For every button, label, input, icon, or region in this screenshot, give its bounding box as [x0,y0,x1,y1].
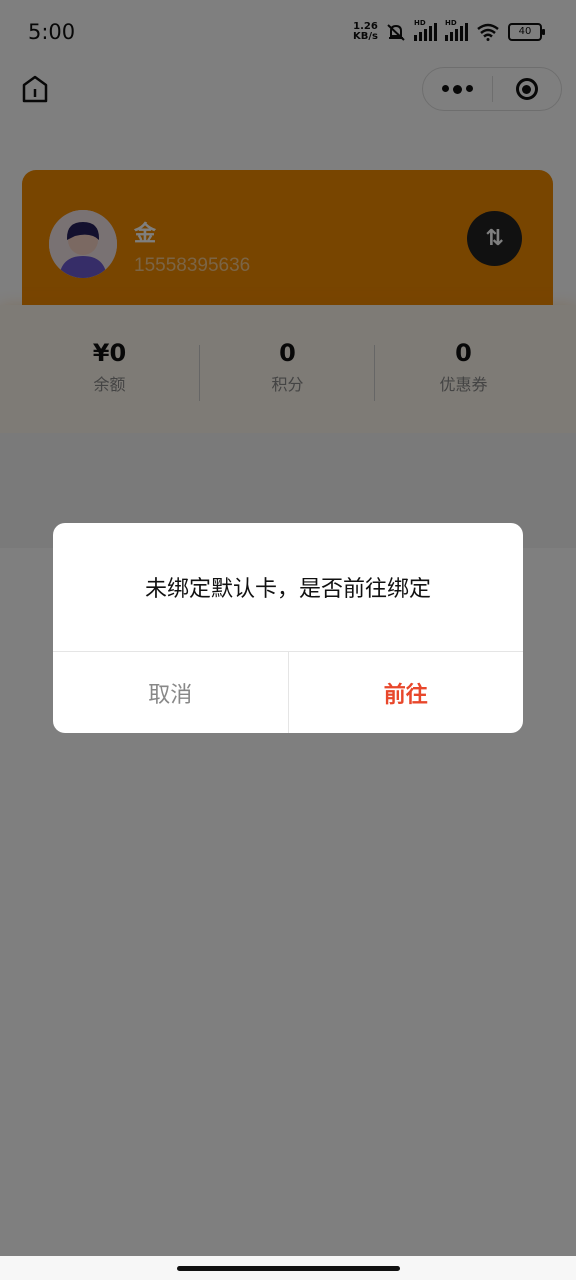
cancel-button[interactable]: 取消 [53,652,289,733]
dialog-actions: 取消 前往 [53,651,523,733]
go-bind-button[interactable]: 前往 [289,652,524,733]
home-indicator[interactable] [177,1266,400,1271]
bind-card-dialog: 未绑定默认卡，是否前往绑定 取消 前往 [53,523,523,733]
dialog-message: 未绑定默认卡，是否前往绑定 [144,577,431,602]
